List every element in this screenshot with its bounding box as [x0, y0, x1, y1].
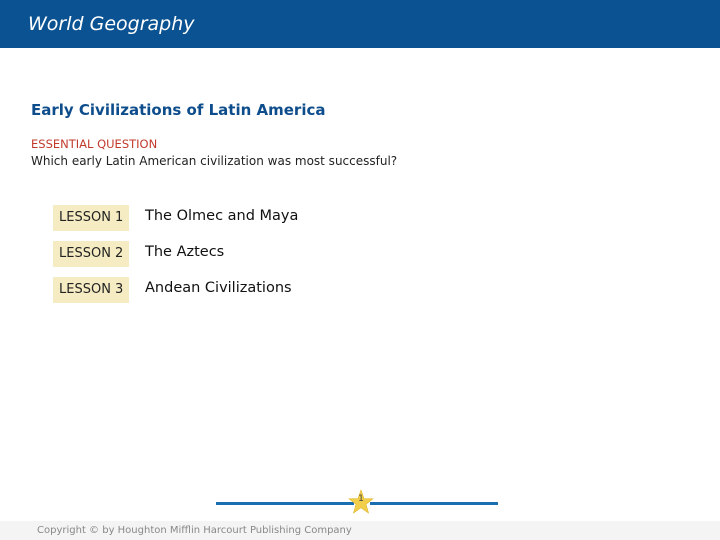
footer-rule-left: [216, 502, 354, 505]
header-bar: World Geography: [0, 0, 720, 48]
copyright-text: Copyright © by Houghton Mifflin Harcourt…: [37, 525, 352, 536]
footer-rule-right: [370, 502, 498, 505]
slide-title: Early Civilizations of Latin America: [31, 101, 326, 119]
essential-question-label: ESSENTIAL QUESTION: [31, 137, 158, 151]
course-title: World Geography: [28, 13, 195, 35]
lesson-title[interactable]: The Aztecs: [145, 244, 224, 260]
lesson-badge[interactable]: LESSON 2: [53, 241, 129, 267]
page-number: 1: [358, 494, 364, 504]
lesson-badge[interactable]: LESSON 3: [53, 277, 129, 303]
essential-question-text: Which early Latin American civilization …: [31, 154, 398, 168]
lesson-badge[interactable]: LESSON 1: [53, 205, 129, 231]
lesson-title[interactable]: The Olmec and Maya: [145, 208, 298, 224]
lesson-title[interactable]: Andean Civilizations: [145, 280, 292, 296]
